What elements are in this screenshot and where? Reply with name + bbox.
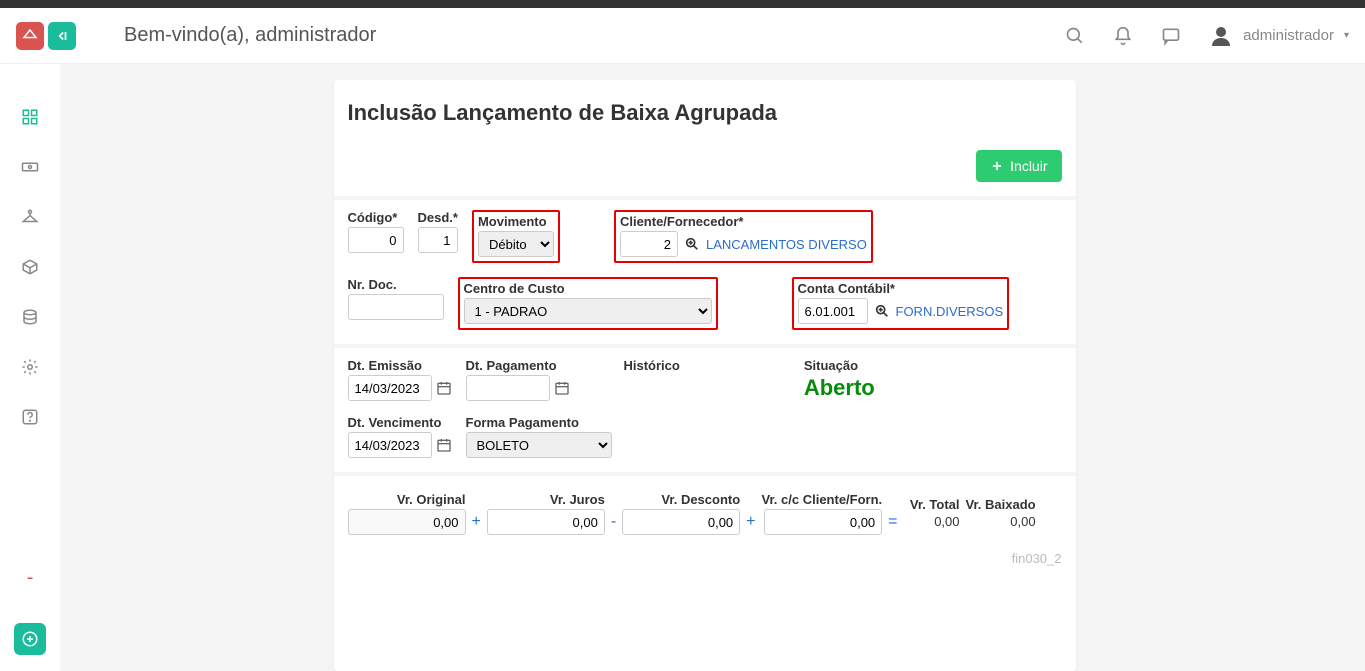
dt-pagamento-field: Dt. Pagamento: [466, 358, 570, 401]
conta-code-input[interactable]: [798, 298, 868, 324]
dashboard-icon[interactable]: [21, 108, 39, 126]
dt-vencimento-field: Dt. Vencimento: [348, 415, 452, 458]
historico-field: Histórico: [624, 358, 680, 401]
form-card: Inclusão Lançamento de Baixa Agrupada In…: [334, 80, 1076, 671]
vr-total-value: 0,00: [904, 514, 960, 535]
stack-icon[interactable]: [21, 308, 39, 326]
money-icon[interactable]: [21, 158, 39, 176]
vr-desconto-input[interactable]: [622, 509, 740, 535]
collapse-sidebar-icon[interactable]: [48, 22, 76, 50]
totals-row: Vr. Original + Vr. Juros - Vr. Desconto …: [348, 486, 1062, 535]
centro-custo-select[interactable]: 1 - PADRAO: [464, 298, 712, 324]
include-button[interactable]: Incluir: [976, 150, 1061, 182]
user-name-label: administrador: [1243, 27, 1334, 44]
cliente-highlight: Cliente/Fornecedor* LANCAMENTOS DIVERSO: [614, 210, 873, 263]
vr-juros-input[interactable]: [487, 509, 605, 535]
vr-original-input[interactable]: [348, 509, 466, 535]
user-menu[interactable]: administrador ▾: [1209, 24, 1349, 48]
bell-icon[interactable]: [1113, 26, 1133, 46]
box-icon[interactable]: [21, 258, 39, 276]
help-icon[interactable]: [21, 408, 39, 426]
search-icon[interactable]: [1065, 26, 1085, 46]
dt-vencimento-input[interactable]: [348, 432, 432, 458]
cliente-link[interactable]: LANCAMENTOS DIVERSO: [706, 237, 867, 252]
dt-pagamento-input[interactable]: [466, 375, 550, 401]
gear-icon[interactable]: [21, 358, 39, 376]
equals-operator: =: [888, 513, 897, 535]
dt-emissao-input[interactable]: [348, 375, 432, 401]
hanger-icon[interactable]: [21, 208, 39, 226]
app-logo-icon[interactable]: [16, 22, 44, 50]
search-icon: [684, 236, 700, 252]
codigo-input[interactable]: [348, 227, 404, 253]
status-badge: Aberto: [804, 375, 875, 401]
movimento-highlight: Movimento Débito: [472, 210, 560, 263]
desd-input[interactable]: [418, 227, 458, 253]
movimento-select[interactable]: Débito: [478, 231, 554, 257]
plus-operator: +: [746, 513, 755, 535]
vr-cc-input[interactable]: [764, 509, 882, 535]
calendar-icon[interactable]: [436, 380, 452, 396]
brand-small-icon: ━: [28, 574, 33, 583]
chevron-down-icon: ▾: [1344, 30, 1349, 41]
add-fab-button[interactable]: [14, 623, 46, 655]
plus-icon: [990, 159, 1004, 173]
minus-operator: -: [611, 513, 616, 535]
app-header: Bem-vindo(a), administrador administrado…: [0, 8, 1365, 64]
search-icon: [874, 303, 890, 319]
conta-link[interactable]: FORN.DIVERSOS: [896, 304, 1004, 319]
calendar-icon[interactable]: [436, 437, 452, 453]
screen-id: fin030_2: [348, 551, 1062, 566]
centro-custo-highlight: Centro de Custo 1 - PADRAO: [458, 277, 718, 330]
sidebar: ━: [0, 64, 60, 671]
cliente-search-button[interactable]: [684, 236, 700, 252]
forma-pagamento-field: Forma Pagamento BOLETO: [466, 415, 612, 458]
plus-operator: +: [472, 513, 481, 535]
welcome-text: Bem-vindo(a), administrador: [124, 24, 376, 47]
nrdoc-field: Nr. Doc.: [348, 277, 444, 330]
vr-baixado-value: 0,00: [980, 514, 1036, 535]
situacao-field: Situação Aberto: [804, 358, 875, 401]
nrdoc-input[interactable]: [348, 294, 444, 320]
include-button-label: Incluir: [1010, 158, 1047, 174]
calendar-icon[interactable]: [554, 380, 570, 396]
chat-icon[interactable]: [1161, 26, 1181, 46]
dt-emissao-field: Dt. Emissão: [348, 358, 452, 401]
forma-pagamento-select[interactable]: BOLETO: [466, 432, 612, 458]
user-icon: [1209, 24, 1233, 48]
codigo-field: Código*: [348, 210, 404, 263]
conta-contabil-highlight: Conta Contábil* FORN.DIVERSOS: [792, 277, 1010, 330]
desd-field: Desd.*: [418, 210, 458, 263]
page-title: Inclusão Lançamento de Baixa Agrupada: [348, 100, 1062, 126]
conta-search-button[interactable]: [874, 303, 890, 319]
cliente-id-input[interactable]: [620, 231, 678, 257]
